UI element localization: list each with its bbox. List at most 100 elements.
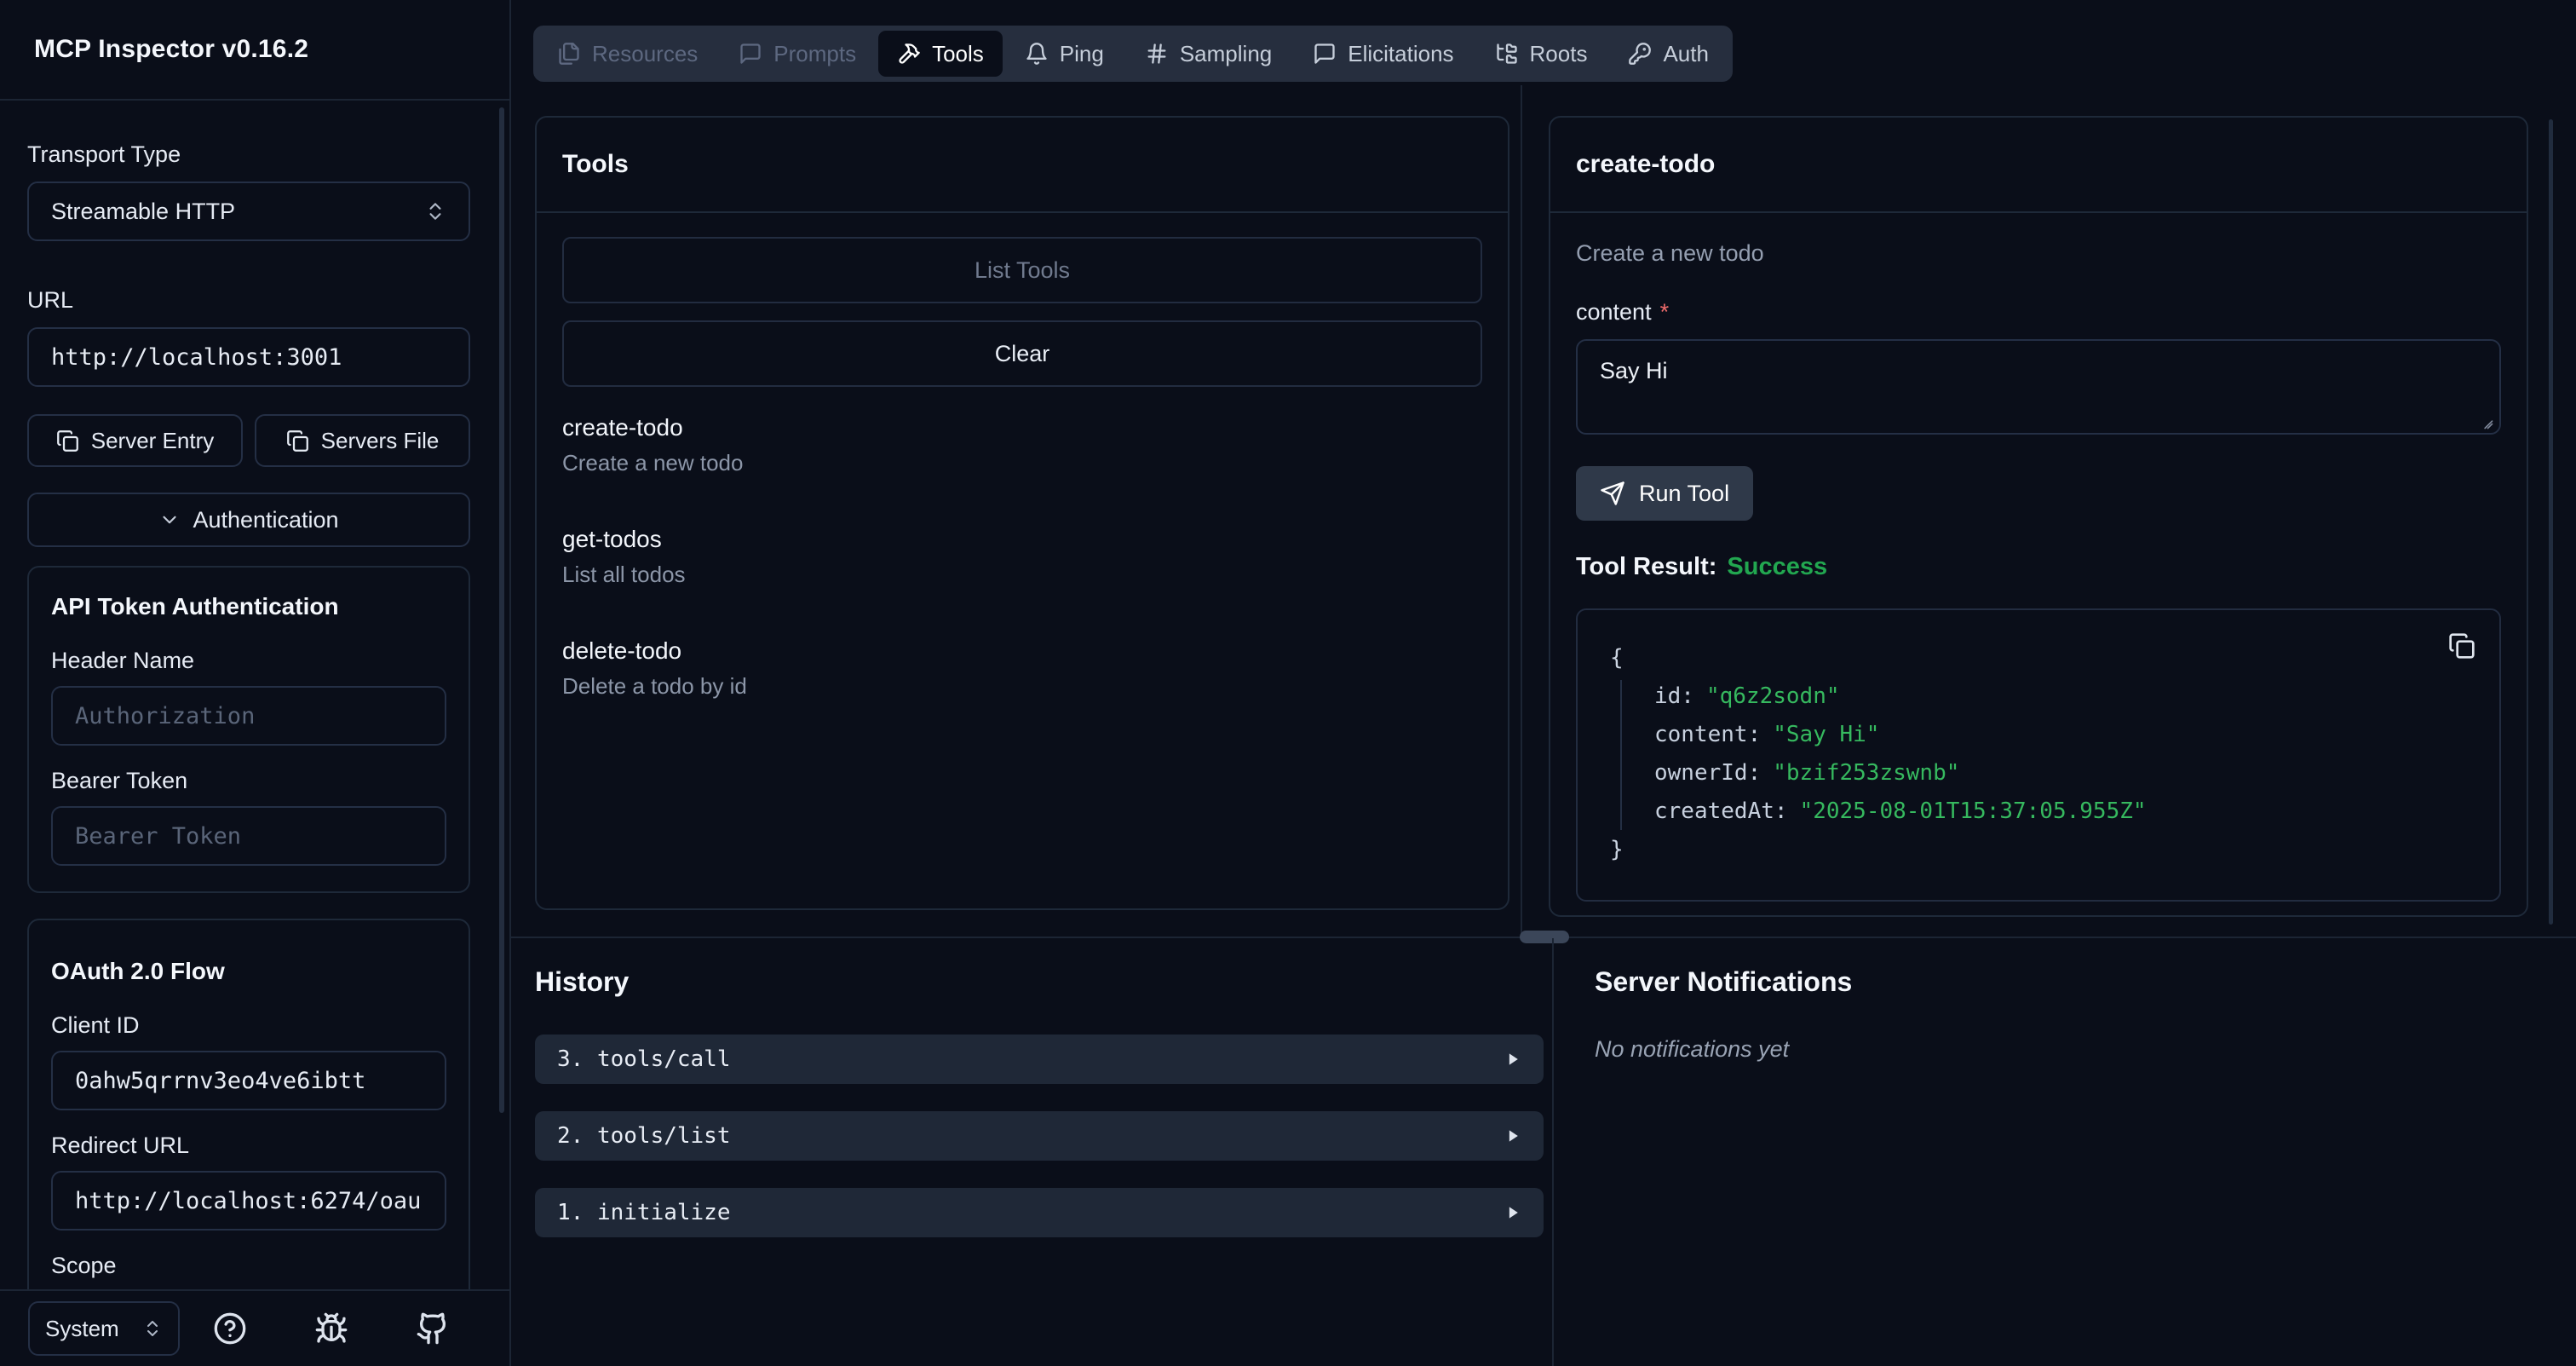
- url-input[interactable]: [27, 327, 470, 387]
- hammer-icon: [897, 42, 921, 66]
- header-name-label: Header Name: [51, 648, 446, 674]
- bearer-token-input[interactable]: [51, 806, 446, 866]
- tool-result-label: Tool Result:: [1576, 553, 1716, 580]
- json-field: content:"Say Hi": [1610, 716, 2467, 754]
- folder-tree-icon: [1495, 42, 1519, 66]
- files-icon: [557, 42, 581, 66]
- tool-detail-description: Create a new todo: [1576, 240, 2501, 267]
- content-field-label-row: content*: [1576, 299, 2501, 326]
- json-field: createdAt: "2025-08-01T15:37:05.955Z": [1610, 793, 2467, 831]
- json-field: ownerId:"bzif253zswnb": [1610, 754, 2467, 793]
- history-item[interactable]: 1. initialize: [535, 1188, 1544, 1237]
- tool-detail-header: create-todo: [1550, 118, 2527, 213]
- history-item-label: 3. tools/call: [557, 1046, 731, 1072]
- client-id-input[interactable]: [51, 1051, 446, 1110]
- sidebar-scroll-area[interactable]: Transport Type Streamable HTTP URL Serve…: [0, 102, 511, 1289]
- help-circle-icon: [213, 1311, 247, 1346]
- json-key: createdAt:: [1654, 798, 1788, 824]
- tab-prompts[interactable]: Prompts: [720, 31, 875, 77]
- run-tool-label: Run Tool: [1639, 481, 1729, 507]
- list-item[interactable]: get-todos List all todos: [562, 526, 1482, 588]
- servers-file-label: Servers File: [321, 428, 440, 454]
- run-tool-button[interactable]: Run Tool: [1576, 466, 1753, 521]
- oauth-title: OAuth 2.0 Flow: [51, 958, 446, 985]
- tool-list: create-todo Create a new todo get-todos …: [562, 414, 1482, 700]
- header-name-input[interactable]: [51, 686, 446, 746]
- tab-ping[interactable]: Ping: [1006, 31, 1123, 77]
- app-title: MCP Inspector v0.16.2: [34, 35, 308, 64]
- json-key: content:: [1654, 722, 1761, 747]
- sidebar-header: MCP Inspector v0.16.2: [0, 0, 509, 101]
- json-key: ownerId:: [1654, 760, 1761, 786]
- redirect-url-input[interactable]: [51, 1171, 446, 1231]
- message-square-icon: [739, 42, 762, 66]
- tab-roots[interactable]: Roots: [1476, 31, 1607, 77]
- main-scrollbar[interactable]: [2549, 119, 2553, 925]
- tab-elicitations[interactable]: Elicitations: [1294, 31, 1472, 77]
- tab-resources[interactable]: Resources: [538, 31, 716, 77]
- api-token-card: API Token Authentication Header Name Bea…: [27, 566, 470, 893]
- redirect-url-label: Redirect URL: [51, 1133, 446, 1159]
- tab-label: Prompts: [773, 41, 856, 67]
- content-field-wrapper: Say Hi: [1576, 339, 2501, 439]
- oauth-card: OAuth 2.0 Flow Client ID Redirect URL Sc…: [27, 919, 470, 1289]
- history-item-label: 1. initialize: [557, 1200, 731, 1225]
- theme-select[interactable]: System: [28, 1301, 180, 1356]
- debug-button[interactable]: [314, 1311, 348, 1346]
- list-item[interactable]: create-todo Create a new todo: [562, 414, 1482, 476]
- json-open-brace: {: [1610, 639, 2467, 677]
- tab-auth[interactable]: Auth: [1609, 31, 1728, 77]
- tab-label: Ping: [1060, 41, 1104, 67]
- json-value: "2025-08-01T15:37:05.955Z": [1800, 798, 2147, 824]
- copy-buttons-row: Server Entry Servers File: [27, 414, 470, 467]
- history-item[interactable]: 3. tools/call: [535, 1035, 1544, 1084]
- server-entry-button[interactable]: Server Entry: [27, 414, 243, 467]
- copy-result-button[interactable]: [2448, 632, 2475, 660]
- tool-detail-panel: create-todo Create a new todo content* S…: [1549, 116, 2528, 917]
- transport-type-select[interactable]: Streamable HTTP: [27, 182, 470, 241]
- copy-icon: [286, 429, 309, 452]
- resize-grip-icon[interactable]: [2477, 413, 2494, 430]
- json-key: id:: [1654, 683, 1694, 709]
- help-button[interactable]: [213, 1311, 247, 1346]
- chevrons-up-down-icon: [424, 200, 446, 222]
- tool-description: Delete a todo by id: [562, 673, 1482, 700]
- history-list: 3. tools/call 2. tools/list 1. initializ…: [535, 1035, 1544, 1265]
- github-icon: [416, 1311, 450, 1346]
- json-result-box: { id:"q6z2sodn" content:"Say Hi" ownerId…: [1576, 608, 2501, 902]
- tools-panel-body: List Tools Clear create-todo Create a ne…: [537, 213, 1508, 773]
- list-item[interactable]: delete-todo Delete a todo by id: [562, 637, 1482, 700]
- authentication-toggle[interactable]: Authentication: [27, 493, 470, 547]
- list-tools-button[interactable]: List Tools: [562, 237, 1482, 303]
- expand-arrow-icon: [1504, 1204, 1521, 1221]
- main-tabbar: Resources Prompts Tools Ping Sampling El…: [533, 26, 1733, 82]
- tools-panel-header: Tools: [537, 118, 1508, 213]
- content-input[interactable]: Say Hi: [1576, 339, 2501, 435]
- history-item-label: 2. tools/list: [557, 1123, 731, 1149]
- tab-tools[interactable]: Tools: [878, 31, 1003, 77]
- api-token-title: API Token Authentication: [51, 593, 446, 620]
- tab-label: Sampling: [1180, 41, 1272, 67]
- bottom-panes-divider[interactable]: [1552, 938, 1554, 1366]
- transport-type-label: Transport Type: [27, 141, 470, 168]
- tool-result-line: Tool Result:Success: [1576, 553, 2501, 581]
- tab-label: Roots: [1530, 41, 1588, 67]
- copy-icon: [2448, 632, 2475, 660]
- theme-value: System: [45, 1316, 119, 1342]
- bearer-token-label: Bearer Token: [51, 768, 446, 794]
- top-panes-divider[interactable]: [1521, 85, 1522, 937]
- json-indent-guide: [1620, 680, 1622, 830]
- scope-label: Scope: [51, 1253, 446, 1279]
- expand-arrow-icon: [1504, 1051, 1521, 1068]
- tool-description: Create a new todo: [562, 450, 1482, 476]
- key-icon: [1628, 42, 1652, 66]
- tab-sampling[interactable]: Sampling: [1126, 31, 1291, 77]
- transport-type-value: Streamable HTTP: [51, 199, 235, 225]
- splitter-handle[interactable]: [1520, 931, 1569, 943]
- servers-file-button[interactable]: Servers File: [255, 414, 470, 467]
- sidebar: MCP Inspector v0.16.2 Transport Type Str…: [0, 0, 511, 1366]
- sidebar-scrollbar[interactable]: [499, 107, 504, 1113]
- github-button[interactable]: [416, 1311, 450, 1346]
- history-item[interactable]: 2. tools/list: [535, 1111, 1544, 1161]
- clear-button[interactable]: Clear: [562, 320, 1482, 387]
